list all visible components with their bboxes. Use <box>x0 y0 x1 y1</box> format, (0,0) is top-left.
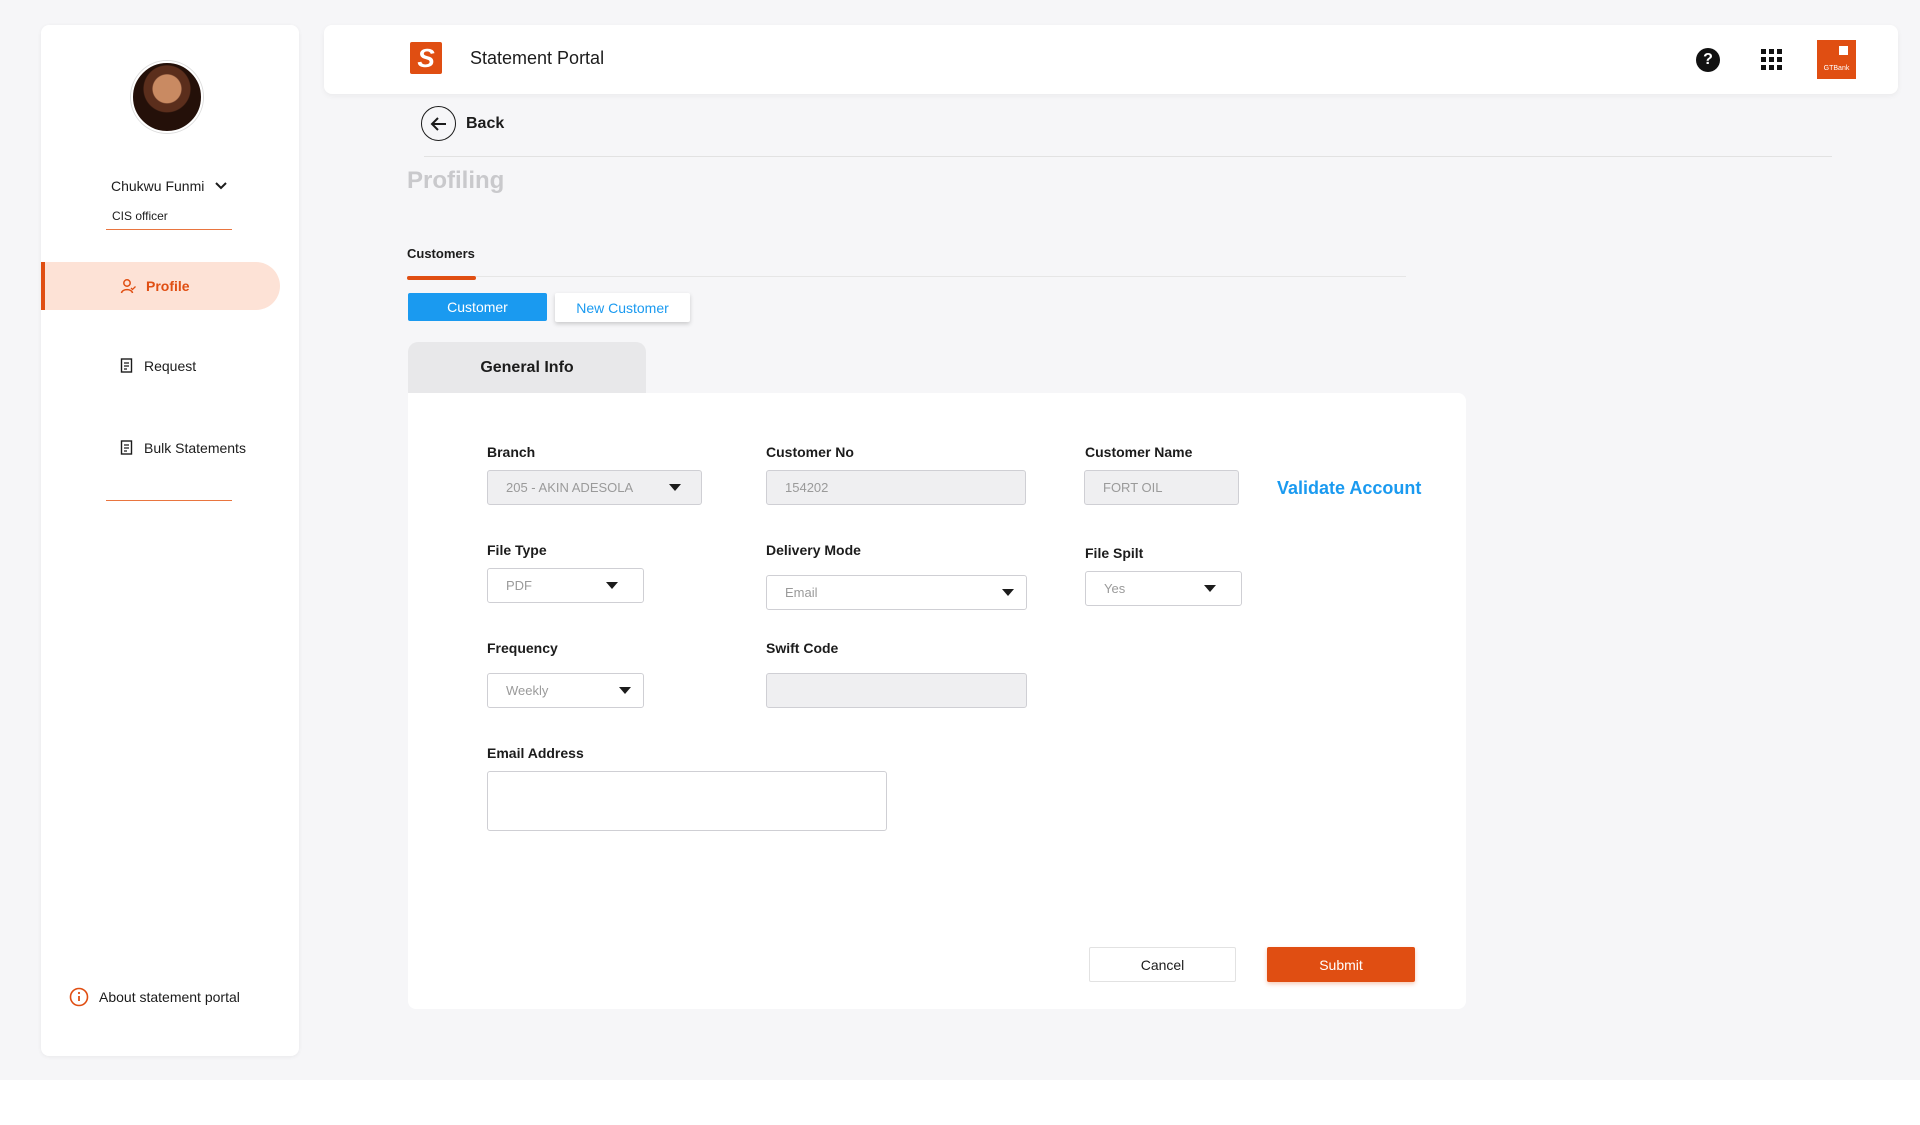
new-customer-toggle-button[interactable]: New Customer <box>555 293 690 322</box>
customer-name-label: Customer Name <box>1085 444 1193 460</box>
customer-name-field[interactable]: FORT OIL <box>1084 470 1239 505</box>
frequency-value: Weekly <box>506 683 549 698</box>
divider <box>424 156 1832 157</box>
email-label: Email Address <box>487 745 584 761</box>
caret-down-icon <box>669 484 681 491</box>
submit-button[interactable]: Submit <box>1267 947 1415 982</box>
email-input[interactable] <box>487 771 887 831</box>
chevron-down-icon[interactable] <box>214 181 228 191</box>
app-logo[interactable]: S <box>410 42 442 74</box>
caret-down-icon <box>606 582 618 589</box>
about-link[interactable]: About statement portal <box>69 987 240 1007</box>
branch-value: 205 - AKIN ADESOLA <box>506 480 634 495</box>
help-icon[interactable]: ? <box>1696 48 1720 72</box>
apps-grid-icon[interactable] <box>1761 49 1782 70</box>
app-title: Statement Portal <box>470 48 605 68</box>
customer-no-value: 154202 <box>785 480 829 495</box>
file-type-select[interactable]: PDF <box>487 568 644 603</box>
back-label: Back <box>466 114 505 132</box>
user-menu[interactable]: Chukwu Funmi <box>111 178 228 194</box>
top-header: S Statement Portal ? GTBank <box>324 25 1898 94</box>
cancel-button[interactable]: Cancel <box>1089 947 1236 982</box>
file-split-select[interactable]: Yes <box>1085 571 1242 606</box>
file-split-label: File Spilt <box>1085 545 1144 561</box>
tab-customers[interactable]: Customers <box>407 246 475 261</box>
sidebar-item-label: Profile <box>146 278 190 294</box>
document-icon <box>120 440 133 455</box>
customer-no-label: Customer No <box>766 444 854 460</box>
frequency-select[interactable]: Weekly <box>487 673 644 708</box>
help-glyph: ? <box>1703 51 1713 68</box>
user-icon <box>120 279 136 294</box>
branch-select[interactable]: 205 - AKIN ADESOLA <box>487 470 702 505</box>
arrow-left-icon <box>421 106 456 141</box>
caret-down-icon <box>1002 589 1014 596</box>
swift-code-field[interactable] <box>766 673 1027 708</box>
customer-name-value: FORT OIL <box>1103 480 1163 495</box>
user-name: Chukwu Funmi <box>111 178 205 194</box>
user-role: CIS officer <box>112 209 168 223</box>
caret-down-icon <box>619 687 631 694</box>
page-title: Profiling <box>407 167 505 194</box>
about-label: About statement portal <box>99 989 240 1005</box>
sidebar-item-bulk-statements[interactable]: Bulk Statements <box>41 424 280 472</box>
file-type-label: File Type <box>487 542 547 558</box>
branch-label: Branch <box>487 444 536 460</box>
delivery-mode-label: Delivery Mode <box>766 542 861 558</box>
tab-general-info[interactable]: General Info <box>408 342 646 394</box>
file-type-value: PDF <box>506 578 532 593</box>
customer-no-field[interactable]: 154202 <box>766 470 1026 505</box>
divider <box>106 500 232 501</box>
document-icon <box>120 358 133 373</box>
back-button[interactable]: Back <box>421 106 504 141</box>
tabs-divider <box>407 276 1406 277</box>
sidebar-item-request[interactable]: Request <box>41 342 280 390</box>
sidebar-item-profile[interactable]: Profile <box>41 262 280 310</box>
sidebar-item-label: Request <box>144 358 197 374</box>
divider <box>106 229 232 230</box>
footer-strip <box>0 1080 1920 1125</box>
bank-logo[interactable]: GTBank <box>1817 40 1856 79</box>
sidebar-item-label: Bulk Statements <box>144 440 246 456</box>
bank-label: GTBank <box>1823 65 1850 72</box>
logo-letter: S <box>417 42 435 73</box>
delivery-mode-value: Email <box>785 585 818 600</box>
info-icon <box>69 987 89 1007</box>
sidebar: Chukwu Funmi CIS officer Profile Request… <box>41 25 299 1056</box>
active-tab-indicator <box>407 276 476 280</box>
file-split-value: Yes <box>1104 581 1126 596</box>
validate-account-link[interactable]: Validate Account <box>1277 478 1421 499</box>
frequency-label: Frequency <box>487 640 558 656</box>
customer-toggle-button[interactable]: Customer <box>408 293 547 321</box>
delivery-mode-select[interactable]: Email <box>766 575 1027 610</box>
swift-code-label: Swift Code <box>766 640 839 656</box>
avatar[interactable] <box>131 61 203 133</box>
caret-down-icon <box>1204 585 1216 592</box>
